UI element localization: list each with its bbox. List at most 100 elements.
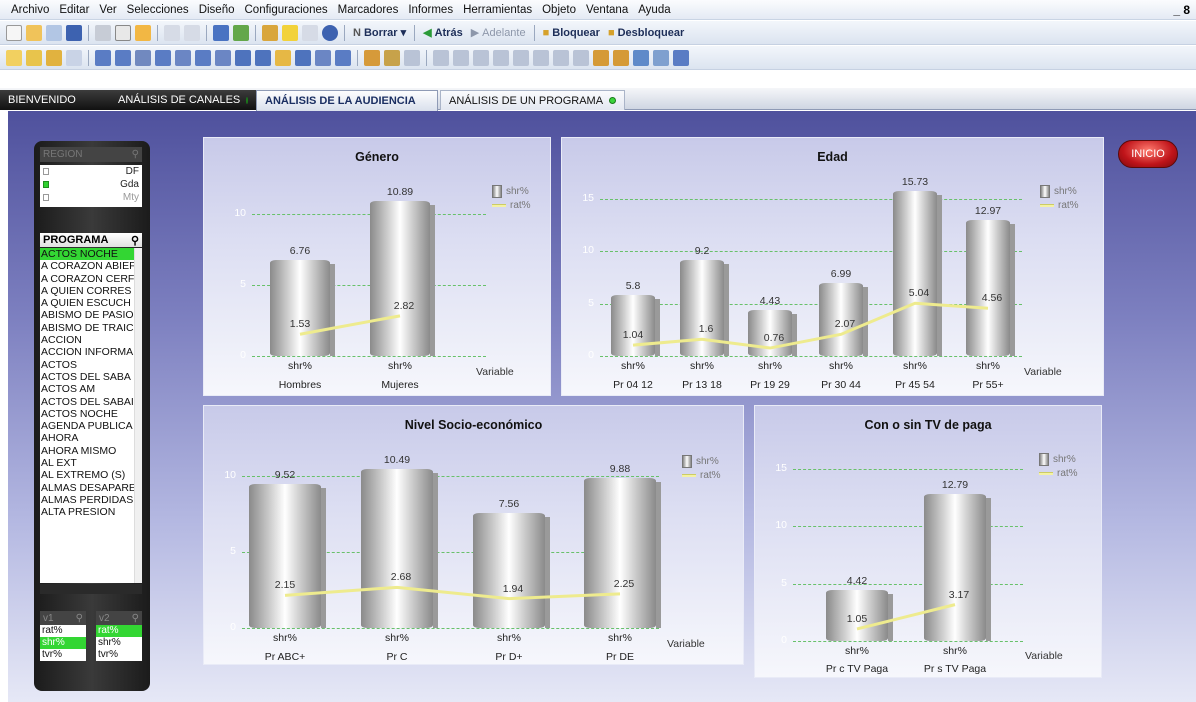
design-tool-icon[interactable] bbox=[335, 49, 351, 66]
design-tool-icon[interactable] bbox=[404, 49, 420, 66]
help-icon[interactable] bbox=[322, 24, 338, 41]
chart-wizard-icon[interactable] bbox=[262, 24, 278, 41]
menu-item-ayuda[interactable]: Ayuda bbox=[633, 4, 675, 16]
design-tool-icon[interactable] bbox=[364, 49, 380, 66]
program-item[interactable]: ACTOS bbox=[40, 359, 134, 371]
program-item[interactable]: A CORAZON CERF bbox=[40, 273, 134, 285]
design-tool-icon[interactable] bbox=[573, 49, 589, 66]
region-item[interactable]: Gda bbox=[40, 178, 142, 191]
program-item[interactable]: ALTA PRESION bbox=[40, 506, 134, 518]
tab-analisis-canales[interactable]: ANÁLISIS DE CANALES bbox=[110, 90, 256, 110]
design-tool-icon[interactable] bbox=[175, 49, 191, 66]
design-tool-icon[interactable] bbox=[66, 49, 82, 66]
chart-tv-paga[interactable]: Con o sin TV de paga 0 5 10 15 4.42 shr% Pr c T… bbox=[754, 405, 1102, 678]
design-tool-icon[interactable] bbox=[115, 49, 131, 66]
programa-listbox-header[interactable]: PROGRAMA ⚲ bbox=[40, 233, 142, 247]
design-tool-icon[interactable] bbox=[384, 49, 400, 66]
design-tool-icon[interactable] bbox=[633, 49, 649, 66]
search-icon[interactable] bbox=[213, 24, 229, 41]
horizontal-scrollbar[interactable] bbox=[40, 584, 142, 594]
region-listbox-header[interactable]: REGION ⚲ bbox=[40, 147, 142, 162]
region-item[interactable]: DF bbox=[40, 165, 142, 178]
tab-analisis-audiencia[interactable]: ANÁLISIS DE LA AUDIENCIA bbox=[256, 90, 438, 111]
v2-item[interactable]: rat% bbox=[96, 625, 142, 637]
design-tool-icon[interactable] bbox=[275, 49, 291, 66]
chart-edad[interactable]: Edad 0 5 10 15 5.8 shr% Pr 04 12 9.2 shr% Pr 13 18… bbox=[561, 137, 1104, 396]
design-tool-icon[interactable] bbox=[295, 49, 311, 66]
program-item[interactable]: ACTOS AM bbox=[40, 383, 134, 395]
menu-item-dise-o[interactable]: Diseño bbox=[194, 4, 240, 16]
menu-item-informes[interactable]: Informes bbox=[403, 4, 458, 16]
program-item[interactable]: ACTOS DEL SABAI bbox=[40, 396, 134, 408]
design-tool-icon[interactable] bbox=[533, 49, 549, 66]
edit-icon[interactable] bbox=[115, 24, 131, 41]
v1-item[interactable]: tvr% bbox=[40, 649, 86, 661]
inicio-button[interactable]: INICIO bbox=[1118, 140, 1178, 168]
design-tool-icon[interactable] bbox=[453, 49, 469, 66]
program-item[interactable]: ABISMO DE TRAICI bbox=[40, 322, 134, 334]
menu-item-herramientas[interactable]: Herramientas bbox=[458, 4, 537, 16]
menu-item-ver[interactable]: Ver bbox=[94, 4, 121, 16]
program-item[interactable]: AGENDA PUBLICA bbox=[40, 420, 134, 432]
design-tool-icon[interactable] bbox=[493, 49, 509, 66]
v1-item[interactable]: shr% bbox=[40, 637, 86, 649]
program-item[interactable]: ALMAS DESAPARE bbox=[40, 482, 134, 494]
chart-genero[interactable]: Género 0 5 10 6.76 shr% Hombres 10.89 shr% Mujere… bbox=[203, 137, 551, 396]
tab-bienvenido[interactable]: BIENVENIDO bbox=[0, 90, 110, 110]
borrar-button[interactable]: N Borrar ▾ bbox=[353, 26, 406, 40]
menu-item-archivo[interactable]: Archivo bbox=[6, 4, 54, 16]
program-item[interactable]: AL EXT bbox=[40, 457, 134, 469]
v1-item[interactable]: rat% bbox=[40, 625, 86, 637]
reload-icon[interactable] bbox=[135, 24, 151, 41]
open-folder-icon[interactable] bbox=[26, 24, 42, 41]
design-tool-icon[interactable] bbox=[155, 49, 171, 66]
menu-item-editar[interactable]: Editar bbox=[54, 4, 94, 16]
design-tool-icon[interactable] bbox=[195, 49, 211, 66]
program-item[interactable]: AHORA MISMO bbox=[40, 445, 134, 457]
undo-icon[interactable] bbox=[164, 24, 180, 41]
design-tool-icon[interactable] bbox=[135, 49, 151, 66]
rat-line[interactable] bbox=[284, 585, 621, 601]
atras-button[interactable]: ◀ Atrás bbox=[423, 26, 463, 40]
vertical-scrollbar[interactable] bbox=[134, 248, 142, 583]
program-item[interactable]: A QUIEN ESCUCH bbox=[40, 297, 134, 309]
program-item[interactable]: A CORAZON ABIEF bbox=[40, 260, 134, 272]
design-tool-icon[interactable] bbox=[673, 49, 689, 66]
desbloquear-button[interactable]: ■ Desbloquear bbox=[608, 27, 684, 39]
program-item[interactable]: ACCION bbox=[40, 334, 134, 346]
refresh-icon[interactable] bbox=[46, 24, 62, 41]
program-item[interactable]: ALMAS PERDIDAS bbox=[40, 494, 134, 506]
v2-item[interactable]: tvr% bbox=[96, 649, 142, 661]
chart-nivel-socioeconomico[interactable]: Nivel Socio-económico 0 5 10 9.52 shr% Pr ABC+… bbox=[203, 405, 744, 665]
program-item[interactable]: ACTOS NOCHE bbox=[40, 248, 134, 261]
design-tool-icon[interactable] bbox=[593, 49, 609, 66]
program-item[interactable]: AL EXTREMO (S) bbox=[40, 469, 134, 481]
program-item[interactable]: ACCION INFORMA bbox=[40, 346, 134, 358]
design-tool-icon[interactable] bbox=[255, 49, 271, 66]
window-controls[interactable]: _ 8 bbox=[1173, 3, 1196, 17]
check-icon[interactable] bbox=[233, 24, 249, 41]
design-tool-icon[interactable] bbox=[315, 49, 331, 66]
bloquear-button[interactable]: ■ Bloquear bbox=[543, 27, 600, 39]
design-tool-icon[interactable] bbox=[95, 49, 111, 66]
design-tool-icon[interactable] bbox=[46, 49, 62, 66]
design-tool-icon[interactable] bbox=[235, 49, 251, 66]
tab-analisis-programa[interactable]: ANÁLISIS DE UN PROGRAMA bbox=[440, 90, 625, 110]
bookmark-icon[interactable] bbox=[282, 24, 298, 41]
menu-item-selecciones[interactable]: Selecciones bbox=[122, 4, 194, 16]
program-item[interactable]: ACTOS DEL SABA bbox=[40, 371, 134, 383]
print-icon[interactable] bbox=[95, 24, 111, 41]
menu-item-objeto[interactable]: Objeto bbox=[537, 4, 581, 16]
region-item[interactable]: Mty bbox=[40, 191, 142, 204]
v2-listbox-header[interactable]: v2 ⚲ bbox=[96, 611, 142, 625]
search-icon[interactable]: ⚲ bbox=[132, 149, 139, 160]
program-item[interactable]: ACTOS NOCHE bbox=[40, 408, 134, 420]
menu-item-ventana[interactable]: Ventana bbox=[581, 4, 633, 16]
design-tool-icon[interactable] bbox=[26, 49, 42, 66]
save-icon[interactable] bbox=[66, 24, 82, 41]
program-item[interactable]: AHORA bbox=[40, 432, 134, 444]
menu-item-configuraciones[interactable]: Configuraciones bbox=[240, 4, 333, 16]
menu-item-marcadores[interactable]: Marcadores bbox=[333, 4, 404, 16]
design-tool-icon[interactable] bbox=[433, 49, 449, 66]
design-tool-icon[interactable] bbox=[215, 49, 231, 66]
